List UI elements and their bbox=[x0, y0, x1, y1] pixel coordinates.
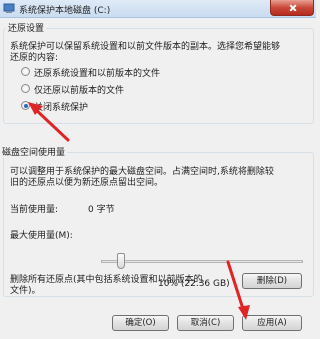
restore-settings-title: 还原设置 bbox=[6, 21, 47, 34]
disk-usage-description-line-2: 旧的还原点以便为新还原点留出空间。 bbox=[10, 178, 164, 188]
cancel-button[interactable]: 取消(C) bbox=[177, 315, 234, 331]
ok-button[interactable]: 确定(O) bbox=[112, 315, 169, 331]
close-button[interactable] bbox=[270, 0, 314, 16]
delete-text-line-2: 文件)。 bbox=[10, 286, 41, 296]
apply-button[interactable]: 应用(A) bbox=[242, 315, 302, 331]
max-usage-label: 最大使用量(M): bbox=[10, 231, 73, 241]
delete-button[interactable]: 删除(D) bbox=[242, 273, 302, 289]
radio-label[interactable]: 仅还原以前版本的文件 bbox=[34, 83, 124, 96]
current-usage-label: 当前使用量: bbox=[10, 205, 59, 215]
radio-label[interactable]: 关闭系统保护 bbox=[34, 100, 88, 113]
restore-description-line-2: 还原的内容: bbox=[10, 53, 59, 63]
max-usage-slider-track[interactable] bbox=[101, 260, 303, 263]
title-bar: 系统保护本地磁盘 (C:) bbox=[0, 0, 316, 18]
radio-button[interactable] bbox=[21, 84, 30, 93]
radio-button[interactable] bbox=[21, 67, 30, 76]
disk-usage-title: 磁盘空间使用量 bbox=[0, 145, 68, 158]
window-title: 系统保护本地磁盘 (C:) bbox=[19, 6, 111, 16]
radio-button-checked[interactable] bbox=[21, 101, 30, 110]
max-usage-slider-thumb[interactable] bbox=[117, 253, 126, 269]
radio-label[interactable]: 还原系统设置和以前版本的文件 bbox=[34, 66, 160, 79]
current-usage-value: 0 字节 bbox=[88, 205, 115, 215]
system-protection-icon bbox=[3, 3, 15, 13]
